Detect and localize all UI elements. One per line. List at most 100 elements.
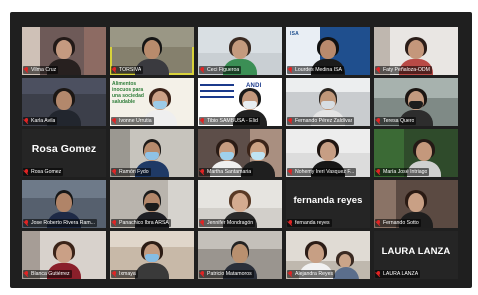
mic-muted-icon [200, 220, 205, 226]
participant-name: Lourdes Medina ISA [295, 67, 343, 73]
participant-tile[interactable]: Fernando Sotto [374, 180, 458, 228]
mic-muted-icon [112, 118, 117, 124]
participant-tile-video-off[interactable]: Rosa Gomez Rosa Gomez [22, 129, 106, 177]
mic-muted-icon [112, 67, 117, 73]
participant-tile[interactable]: Ceci Figueroa [198, 27, 282, 75]
participant-name: Ixmaya [119, 271, 136, 277]
name-tag: TORSIVA [111, 66, 144, 74]
mic-muted-icon [200, 271, 205, 277]
participant-name: Nohemy Ireri Vasquez F... [295, 169, 355, 175]
participant-tile-active-speaker[interactable]: TORSIVA [110, 27, 194, 75]
mic-muted-icon [288, 67, 293, 73]
participant-name: Panachico Ibra ARSA [119, 220, 169, 226]
participant-name: fernanda reyes [295, 220, 330, 226]
participant-tile[interactable]: Fernando Pérez Zaldívar [286, 78, 370, 126]
mic-muted-icon [376, 67, 381, 73]
mic-muted-icon [112, 271, 117, 277]
mic-muted-icon [376, 220, 381, 226]
participant-tile[interactable]: Patricio Matamoros [198, 231, 282, 279]
name-tag: Jennifer Mondragón [199, 219, 256, 227]
name-tag: Alejandra Reyes [287, 270, 336, 278]
participant-name: Ramón Fydo [119, 169, 149, 175]
participant-name: Ceci Figueroa [207, 67, 240, 73]
mic-muted-icon [24, 220, 29, 226]
participant-name: LAURA LANZA [383, 271, 419, 277]
name-tag: Blanca Gutiérrez [23, 270, 72, 278]
name-tag: Patricio Matamoros [199, 270, 254, 278]
participant-name: María José Intriago [383, 169, 428, 175]
participant-tile[interactable]: Martha Santamaria [198, 129, 282, 177]
participant-name: Alejandra Reyes [295, 271, 334, 277]
name-tag: Martha Santamaria [199, 168, 254, 176]
participant-display-name: fernanda reyes [293, 194, 363, 206]
name-tag: Teresa Quero [375, 117, 417, 125]
mic-muted-icon [288, 271, 293, 277]
participant-tile[interactable]: Karla Avila [22, 78, 106, 126]
mic-muted-icon [112, 220, 117, 226]
participant-tile-video-off[interactable]: fernanda reyes fernanda reyes [286, 180, 370, 228]
mic-muted-icon [24, 271, 29, 277]
participant-tile[interactable]: ISA Lourdes Medina ISA [286, 27, 370, 75]
mic-muted-icon [24, 118, 29, 124]
name-tag: fernanda reyes [287, 219, 332, 227]
name-tag: Nohemy Ireri Vasquez F... [287, 168, 357, 176]
mic-muted-icon [288, 220, 293, 226]
name-tag: LAURA LANZA [375, 270, 421, 278]
participant-name: Rosa Gomez [31, 169, 62, 175]
participant-name: Faty Peñaloza-ODM [383, 67, 430, 73]
name-tag: Rosa Gomez [23, 168, 64, 176]
name-tag: Karla Avila [23, 117, 58, 125]
participant-tile[interactable]: Teresa Quero [374, 78, 458, 126]
participant-name: Vilma Cruz [31, 67, 57, 73]
mic-muted-icon [376, 118, 381, 124]
participant-name: Karla Avila [31, 118, 56, 124]
participant-tile[interactable]: Jose Roberto Rivera Ram... [22, 180, 106, 228]
participant-name: Patricio Matamoros [207, 271, 252, 277]
mic-muted-icon [112, 169, 117, 175]
name-tag: Ceci Figueroa [199, 66, 242, 74]
mic-muted-icon [288, 118, 293, 124]
participant-name: TORSIVA [119, 67, 142, 73]
participant-display-name: LAURA LANZA [381, 245, 451, 257]
mic-muted-icon [376, 271, 381, 277]
participant-name: Teresa Quero [383, 118, 415, 124]
participant-name: Jose Roberto Rivera Ram... [31, 220, 96, 226]
mic-muted-icon [200, 118, 205, 124]
participant-tile[interactable]: Panachico Ibra ARSA [110, 180, 194, 228]
name-tag: Faty Peñaloza-ODM [375, 66, 432, 74]
participant-name: Jennifer Mondragón [207, 220, 254, 226]
participant-name: Blanca Gutiérrez [31, 271, 70, 277]
name-tag: Lourdes Medina ISA [287, 66, 345, 74]
participant-grid: Vilma Cruz TORSIVA Ceci Figueroa ISA Lou… [22, 27, 462, 279]
name-tag: Tibio SAMBUSA - Elid [199, 117, 260, 125]
name-tag: Panachico Ibra ARSA [111, 219, 171, 227]
participant-name: Fernando Sotto [383, 220, 419, 226]
participant-display-name: Rosa Gomez [31, 143, 97, 155]
participant-tile[interactable]: Ramón Fydo [110, 129, 194, 177]
name-tag: Ramón Fydo [111, 168, 151, 176]
participant-tile-video-off[interactable]: LAURA LANZA LAURA LANZA [374, 231, 458, 279]
name-tag: Fernando Pérez Zaldívar [287, 117, 355, 125]
participant-tile[interactable]: Alejandra Reyes [286, 231, 370, 279]
participant-tile[interactable]: Vilma Cruz [22, 27, 106, 75]
participant-tile[interactable]: Blanca Gutiérrez [22, 231, 106, 279]
participant-name: Martha Santamaria [207, 169, 252, 175]
name-tag: Jose Roberto Rivera Ram... [23, 219, 98, 227]
participant-tile[interactable]: Alimentos inocuos para una sociedad salu… [110, 78, 194, 126]
participant-tile[interactable]: María José Intriago [374, 129, 458, 177]
name-tag: Ivonne Urrutia [111, 117, 154, 125]
mic-muted-icon [200, 67, 205, 73]
participant-tile[interactable]: Ixmaya [110, 231, 194, 279]
mic-muted-icon [200, 169, 205, 175]
mic-muted-icon [288, 169, 293, 175]
name-tag: Vilma Cruz [23, 66, 59, 74]
participant-tile[interactable]: Faty Peñaloza-ODM [374, 27, 458, 75]
participant-tile[interactable]: ANDI Tibio SAMBUSA - Elid [198, 78, 282, 126]
participant-tile[interactable]: Nohemy Ireri Vasquez F... [286, 129, 370, 177]
participant-video-second-person [331, 249, 361, 279]
participant-name: Tibio SAMBUSA - Elid [207, 118, 258, 124]
name-tag: Fernando Sotto [375, 219, 421, 227]
participant-name: Ivonne Urrutia [119, 118, 152, 124]
participant-name: Fernando Pérez Zaldívar [295, 118, 353, 124]
participant-tile[interactable]: Jennifer Mondragón [198, 180, 282, 228]
